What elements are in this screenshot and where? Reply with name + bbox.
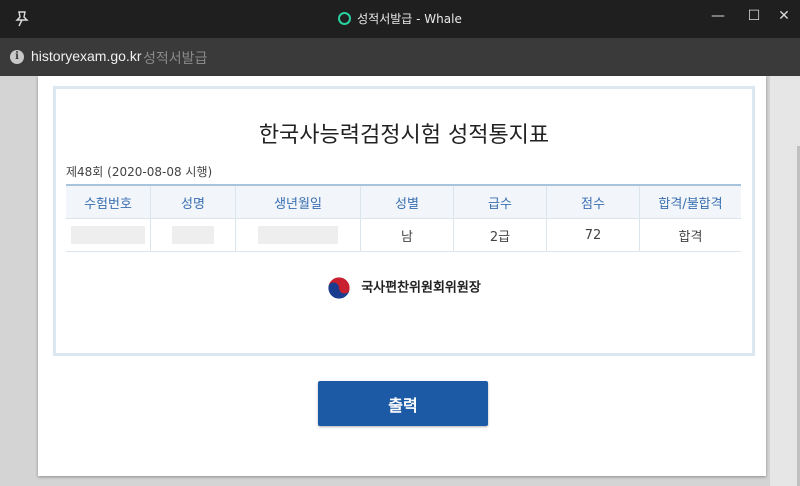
minimize-button[interactable]: — xyxy=(706,4,730,28)
cell-result: 합격 xyxy=(639,218,741,252)
site-info-icon[interactable]: i xyxy=(10,50,24,64)
cell-gender: 남 xyxy=(360,218,454,252)
browser-title-bar: 성적서발급 - Whale — ☐ ✕ xyxy=(0,0,800,38)
header-score: 점수 xyxy=(546,184,640,219)
cell-score: 72 xyxy=(546,218,640,252)
redacted-name xyxy=(172,226,214,244)
certificate-title: 한국사능력검정시험 성적통지표 xyxy=(258,123,550,148)
taegeuk-emblem-icon xyxy=(327,276,351,300)
cell-grade: 2급 xyxy=(453,218,547,252)
exam-round: 제48회 (2020-08-08 시행) xyxy=(66,165,213,179)
cell-exam-number xyxy=(66,218,151,252)
whale-logo-icon xyxy=(338,12,352,25)
table-row: 남 2급 72 합격 xyxy=(66,218,741,252)
cell-name xyxy=(150,218,236,252)
table-header-row: 수험번호 성명 생년월일 성별 급수 점수 합격/불합격 xyxy=(66,184,741,219)
certificate-modal: 한국사능력검정시험 성적통지표 제48회 (2020-08-08 시행) 수험번… xyxy=(38,76,766,476)
page-scroll-area xyxy=(770,76,800,486)
window-title: 성적서발급 - Whale xyxy=(0,10,800,27)
window-title-text: 성적서발급 - Whale xyxy=(357,12,462,26)
redacted-birth-date xyxy=(258,226,338,244)
score-table: 수험번호 성명 생년월일 성별 급수 점수 합격/불합격 남 2급 72 합격 xyxy=(66,184,741,252)
header-exam-number: 수험번호 xyxy=(66,184,151,219)
url-domain[interactable]: historyexam.go.kr xyxy=(31,48,141,64)
header-gender: 성별 xyxy=(360,184,454,219)
issuer-signature: 국사편찬위원회위원장 xyxy=(56,276,752,300)
url-page-title: 성적서발급 xyxy=(143,51,208,67)
header-result: 합격/불합격 xyxy=(639,184,741,219)
redacted-exam-number xyxy=(71,226,145,244)
cell-birth-date xyxy=(235,218,361,252)
print-button[interactable]: 출력 xyxy=(318,381,488,426)
maximize-button[interactable]: ☐ xyxy=(742,4,766,28)
address-bar[interactable]: i historyexam.go.kr 성적서발급 xyxy=(0,38,800,76)
issuer-name: 국사편찬위원회위원장 xyxy=(361,280,481,296)
score-certificate: 한국사능력검정시험 성적통지표 제48회 (2020-08-08 시행) 수험번… xyxy=(53,86,755,356)
header-grade: 급수 xyxy=(453,184,547,219)
close-button[interactable]: ✕ xyxy=(772,4,796,28)
header-name: 성명 xyxy=(150,184,236,219)
header-birth-date: 생년월일 xyxy=(235,184,361,219)
